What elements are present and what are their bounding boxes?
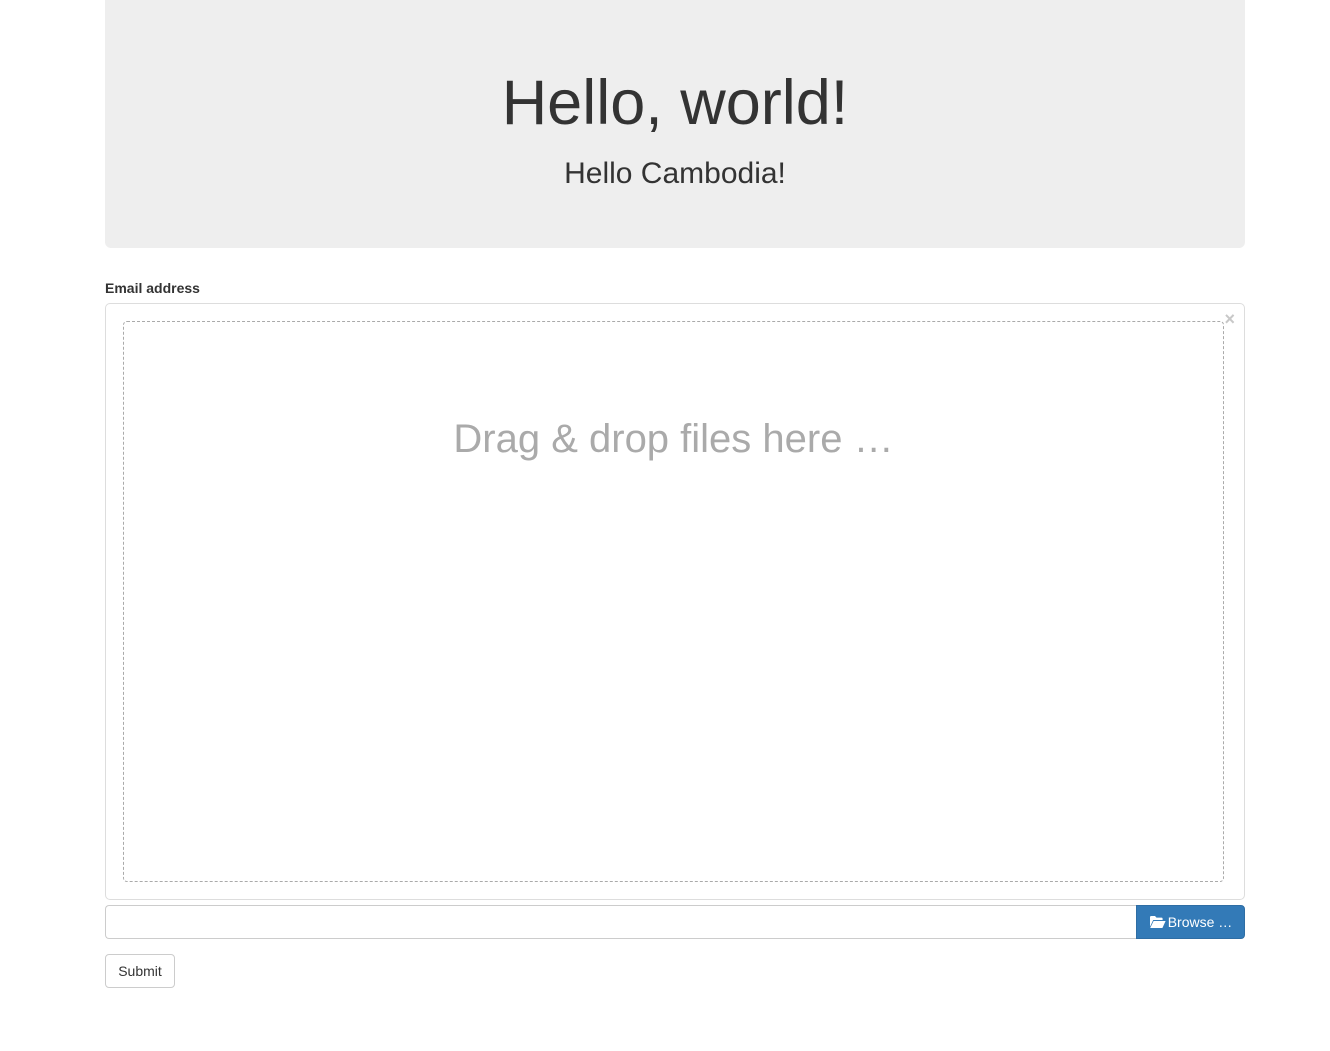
jumbotron-title: Hello, world! [501,68,849,138]
file-drop-zone[interactable]: Drag & drop files here … [123,321,1224,882]
browse-button-label: Browse … [1167,914,1233,930]
file-caption-input[interactable] [105,905,1136,939]
drop-zone-title: Drag & drop files here … [453,417,894,461]
jumbotron: Hello, world! Hello Cambodia! [105,0,1245,248]
jumbotron-subtitle: Hello Cambodia! [564,157,786,190]
page-container: Hello, world! Hello Cambodia! Email addr… [105,0,1245,988]
submit-button[interactable]: Submit [105,954,175,988]
folder-open-icon [1149,916,1166,928]
file-input-group: Browse … [105,905,1245,939]
email-address-label: Email address [105,280,200,296]
browse-button[interactable]: Browse … [1136,905,1245,939]
close-icon[interactable]: × [1224,309,1235,329]
file-preview: × Drag & drop files here … [105,303,1245,900]
